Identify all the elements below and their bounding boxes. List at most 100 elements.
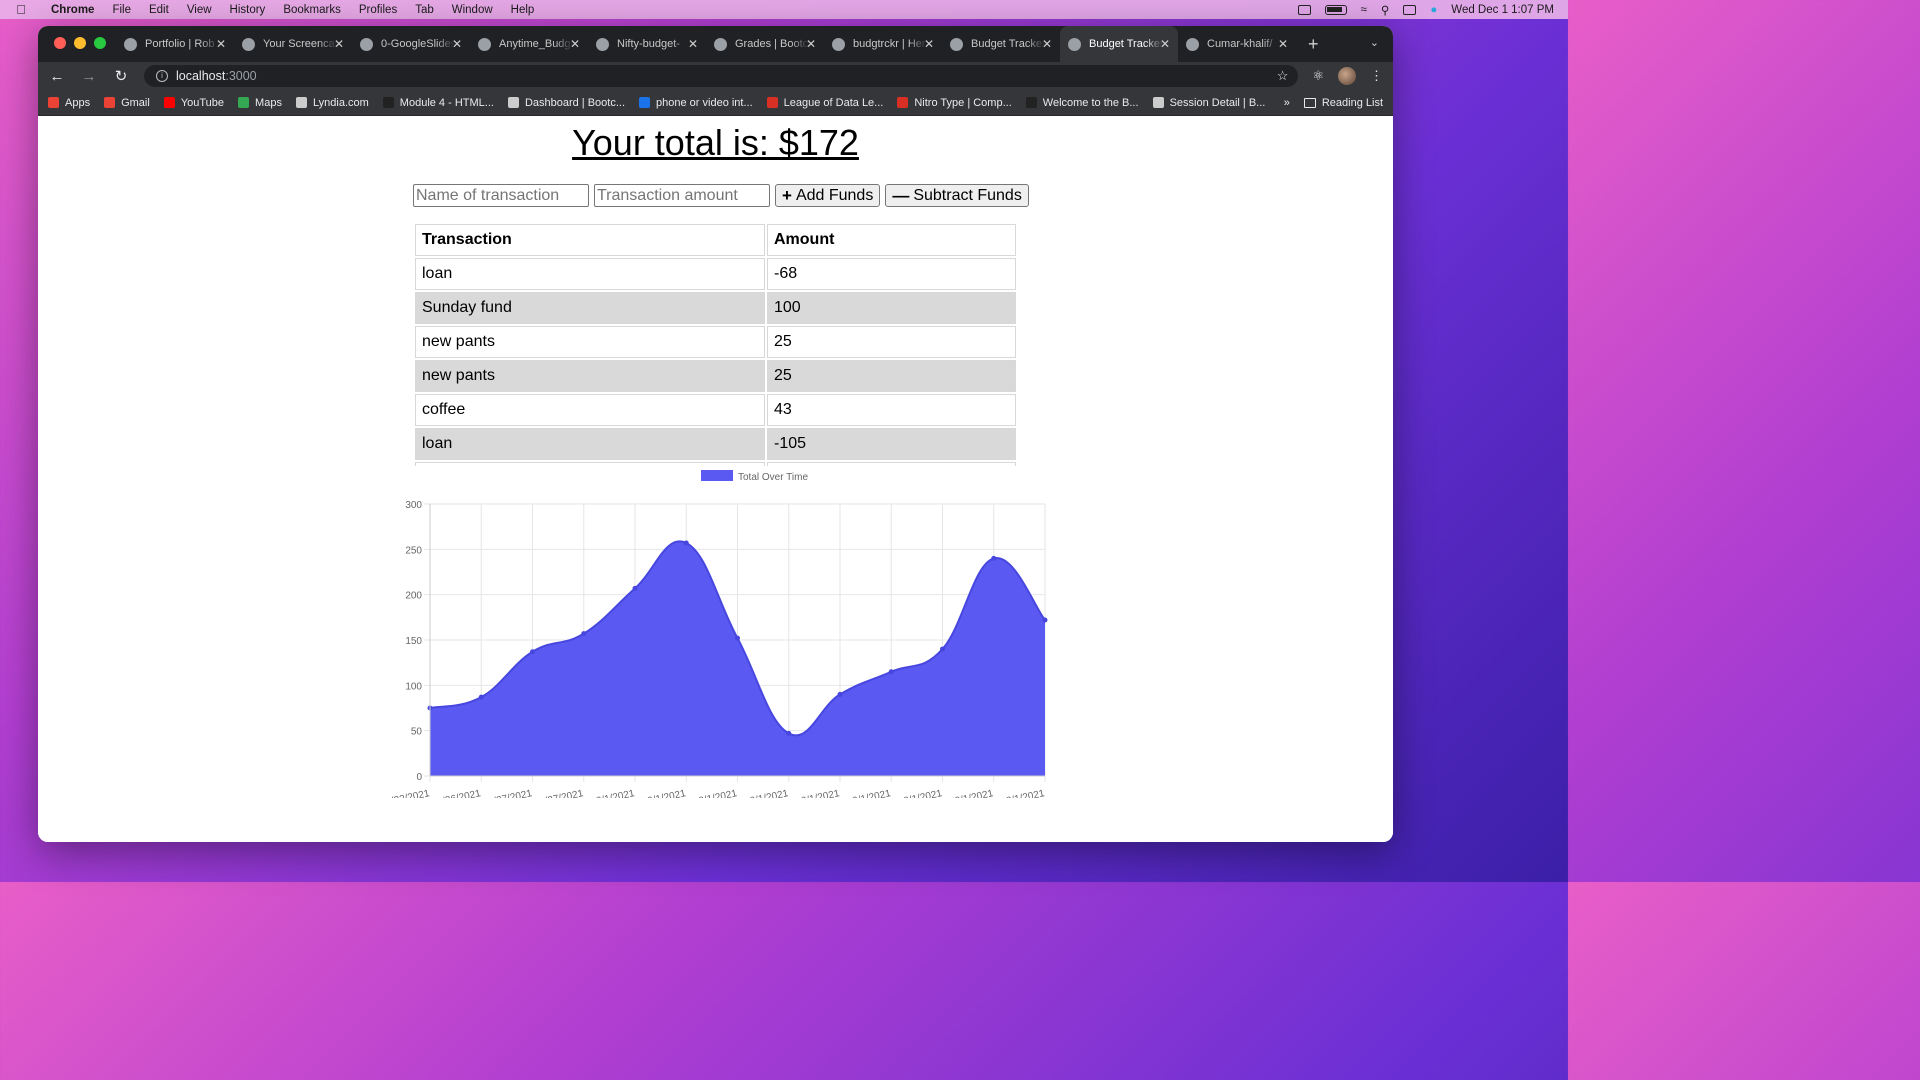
bookmark-label: Dashboard | Bootc... — [524, 96, 626, 109]
browser-menu-kebab-icon[interactable]: ⋮ — [1370, 68, 1383, 84]
browser-tab[interactable]: Anytime_Budget ✕ — [470, 26, 588, 62]
forward-arrow-icon[interactable]: → — [80, 68, 98, 85]
page-content: Your total is: $172 + Add Funds — Subtra… — [38, 116, 1393, 842]
browser-tab[interactable]: Budget Tracker ✕ — [942, 26, 1060, 62]
close-tab-icon[interactable]: ✕ — [924, 37, 934, 51]
add-funds-button[interactable]: + Add Funds — [775, 184, 881, 207]
bookmark-item[interactable]: League of Data Le... — [766, 97, 883, 109]
menu-view[interactable]: View — [178, 4, 221, 16]
bookmark-item[interactable]: Apps — [48, 97, 90, 109]
bookmark-item[interactable]: phone or video int... — [639, 97, 753, 109]
maximize-window-button[interactable] — [94, 37, 106, 49]
subtract-funds-button[interactable]: — Subtract Funds — [885, 184, 1029, 207]
site-info-icon[interactable]: i — [156, 70, 168, 82]
bookmark-label: Apps — [65, 96, 91, 109]
browser-tab[interactable]: Grades | Bootcamp✕ — [706, 26, 824, 62]
tab-search-chevron-down-icon[interactable]: ⌄ — [1370, 36, 1379, 49]
reading-list-button[interactable]: Reading List — [1303, 97, 1383, 109]
menu-profiles[interactable]: Profiles — [350, 4, 406, 16]
bookmark-label: Module 4 - HTML... — [399, 96, 494, 109]
x-tick-label: 12/1/2021 — [692, 788, 738, 798]
bookmark-star-icon[interactable]: ☆ — [1277, 68, 1289, 84]
menu-tab[interactable]: Tab — [406, 4, 443, 16]
close-tab-icon[interactable]: ✕ — [806, 37, 816, 51]
bookmark-label: Welcome to the B... — [1042, 96, 1139, 109]
transaction-amount-cell: 43 — [767, 394, 1016, 426]
close-tab-icon[interactable]: ✕ — [1042, 37, 1052, 51]
transactions-table-scroll[interactable]: Transaction Amount loan -68 Sunday fund 100… — [413, 222, 1018, 466]
minimize-window-button[interactable] — [74, 37, 86, 49]
transaction-amount-cell: -68 — [767, 258, 1016, 290]
close-tab-icon[interactable]: ✕ — [688, 37, 698, 51]
wifi-icon[interactable]: ≈ — [1361, 4, 1367, 16]
page-icon — [950, 37, 963, 51]
extensions-puzzle-icon[interactable]: ⚛ — [1312, 68, 1324, 84]
bookmark-favicon-icon — [238, 97, 250, 108]
data-point — [888, 669, 894, 675]
bookmark-item[interactable]: Session Detail | B... — [1152, 96, 1266, 109]
data-point — [837, 691, 843, 697]
transaction-name-input[interactable] — [413, 184, 589, 207]
menu-clock[interactable]: Wed Dec 1 1:07 PM — [1451, 4, 1554, 16]
bookmark-item[interactable]: Welcome to the B... — [1025, 96, 1139, 109]
battery-icon[interactable] — [1324, 4, 1347, 15]
bookmark-label: YouTube — [180, 96, 225, 109]
close-tab-icon[interactable]: ✕ — [570, 37, 580, 51]
browser-tab[interactable]: Budget Tracker ✕ — [1060, 26, 1178, 62]
bookmark-label: phone or video int... — [656, 96, 753, 109]
reload-icon[interactable]: ↻ — [112, 67, 130, 85]
menu-window[interactable]: Window — [443, 4, 502, 16]
bookmark-item[interactable]: Gmail — [104, 97, 150, 109]
close-tab-icon[interactable]: ✕ — [1278, 37, 1288, 51]
close-tab-icon[interactable]: ✕ — [452, 37, 462, 51]
data-point — [530, 649, 535, 655]
bookmark-item[interactable]: Lyndia.com — [295, 97, 369, 109]
bookmark-item[interactable]: Dashboard | Bootc... — [507, 96, 626, 109]
keyboard-icon[interactable] — [1297, 4, 1311, 15]
browser-tab[interactable]: budgtrckr | Heroku✕ — [824, 26, 942, 62]
menu-edit[interactable]: Edit — [140, 4, 178, 16]
chart-svg: 05010015020025030011/22/202111/26/202111… — [380, 470, 1048, 809]
close-tab-icon[interactable]: ✕ — [334, 37, 344, 51]
menu-bookmarks[interactable]: Bookmarks — [274, 4, 350, 16]
x-tick-label: 12/1/2021 — [590, 788, 636, 798]
browser-tab[interactable]: Nifty-budget- ✕ — [588, 26, 706, 62]
transactions-body: loan -68 Sunday fund 100 new pants 25 new pant… — [415, 258, 1016, 466]
transaction-amount-input[interactable] — [594, 184, 770, 207]
plus-icon: + — [782, 185, 792, 205]
transaction-name-cell: new pants — [415, 326, 765, 358]
bookmark-favicon-icon — [766, 97, 778, 108]
browser-tab[interactable]: Portfolio | Rob ✕ — [116, 26, 234, 62]
y-tick-label: 250 — [405, 545, 422, 556]
table-row: loan -68 — [415, 258, 1016, 290]
transaction-name-cell: loan — [415, 258, 765, 290]
browser-tab[interactable]: Your Screencast ✕ — [234, 26, 352, 62]
close-tab-icon[interactable]: ✕ — [216, 37, 226, 51]
y-tick-label: 150 — [405, 636, 422, 647]
bookmark-item[interactable]: Maps — [238, 97, 282, 109]
data-point — [991, 555, 997, 561]
browser-toolbar: ← → ↻ i localhost:3000 ☆ ⚛ ⋮ — [38, 62, 1393, 90]
bookmarks-overflow-button[interactable]: » — [1284, 97, 1290, 109]
bookmark-item[interactable]: Nitro Type | Comp... — [897, 96, 1012, 109]
bookmark-item[interactable]: Module 4 - HTML... — [382, 96, 494, 109]
bookmark-item[interactable]: YouTube — [163, 96, 225, 109]
menu-app-chrome[interactable]: Chrome — [42, 4, 103, 16]
profile-avatar[interactable] — [1338, 67, 1356, 85]
apple-icon[interactable]:  — [0, 2, 42, 17]
new-tab-plus-icon[interactable]: + — [1308, 26, 1319, 62]
spotlight-search-icon[interactable]: ⚲ — [1381, 3, 1389, 17]
control-center-icon[interactable] — [1403, 4, 1417, 15]
close-window-button[interactable] — [54, 37, 66, 49]
menu-file[interactable]: File — [103, 4, 140, 16]
menu-history[interactable]: History — [221, 4, 275, 16]
menu-help[interactable]: Help — [502, 4, 544, 16]
browser-tab[interactable]: 0-GoogleSlides ✕ — [352, 26, 470, 62]
close-tab-icon[interactable]: ✕ — [1160, 37, 1170, 51]
back-arrow-icon[interactable]: ← — [48, 68, 66, 85]
bookmark-label: Session Detail | B... — [1169, 96, 1266, 109]
browser-tab[interactable]: Cumar-khalif/ ✕ — [1178, 26, 1296, 62]
address-bar[interactable]: i localhost:3000 ☆ — [144, 65, 1299, 87]
siri-icon[interactable]: ● — [1430, 4, 1437, 16]
bookmark-label: Nitro Type | Comp... — [914, 96, 1012, 109]
